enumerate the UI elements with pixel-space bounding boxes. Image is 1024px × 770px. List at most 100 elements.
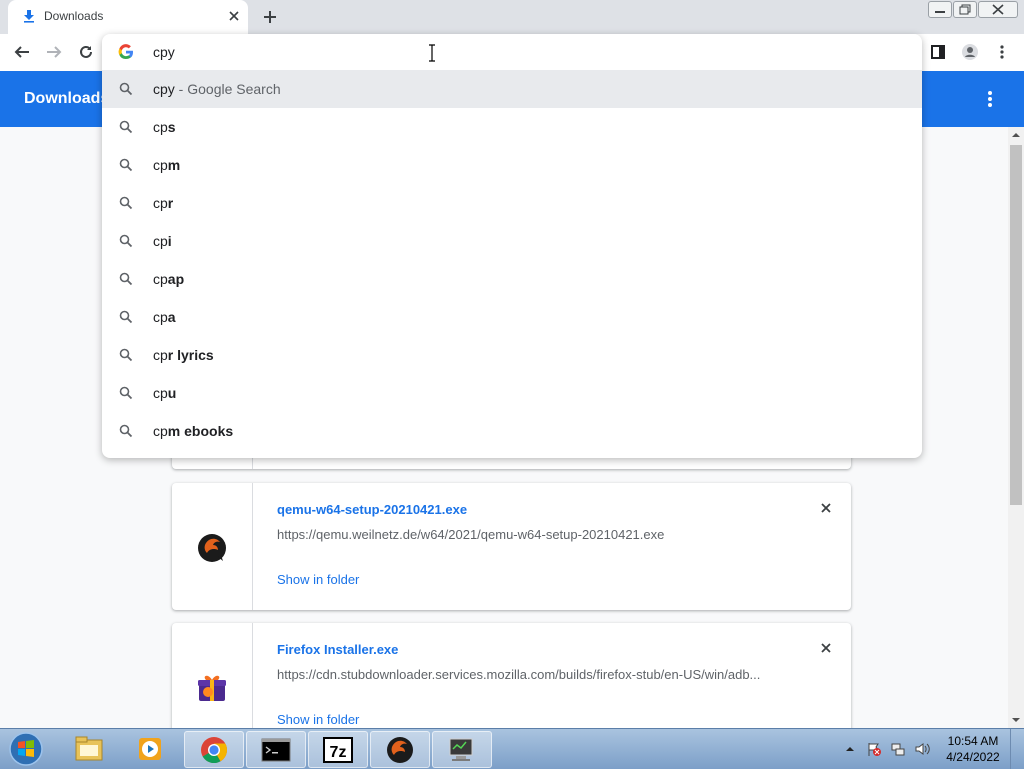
scroll-thumb[interactable] [1010, 145, 1022, 505]
omnibox-input-row [102, 34, 922, 70]
back-button[interactable] [8, 38, 36, 66]
suggestion-typed: cp [153, 385, 168, 401]
tab-title: Downloads [44, 9, 104, 23]
suggestion-typed: cp [153, 423, 168, 439]
windows-logo-icon [9, 732, 43, 766]
clock-date[interactable]: 4/24/2022 [946, 750, 1000, 764]
search-icon [119, 386, 133, 400]
suggestion-item[interactable]: cpr [102, 184, 922, 222]
suggestion-completion: m [167, 157, 181, 173]
suggestion-suffix: - Google Search [174, 81, 281, 97]
taskbar-7zip[interactable]: 7z [308, 731, 368, 768]
suggestion-text: cpi [153, 233, 172, 249]
volume-icon[interactable] [914, 741, 930, 757]
suggestion-item[interactable]: cpa [102, 298, 922, 336]
show-in-folder-link[interactable]: Show in folder [277, 712, 359, 727]
window-restore-button[interactable] [953, 1, 977, 18]
qemu-icon [198, 534, 226, 562]
suggestion-text: cpr [153, 195, 173, 211]
search-icon [119, 120, 133, 134]
page-title: Downloads [24, 90, 110, 107]
suggestion-item[interactable]: cpr lyrics [102, 336, 922, 374]
suggestion-typed: cp [153, 195, 168, 211]
7zip-label: 7z [330, 744, 347, 761]
forward-button[interactable] [40, 38, 68, 66]
tab-close-icon[interactable] [226, 8, 242, 24]
omnibox-input[interactable] [153, 42, 853, 62]
taskbar-explorer[interactable] [60, 731, 118, 766]
taskbar-chrome[interactable] [184, 731, 244, 768]
download-file-name[interactable]: qemu-w64-setup-20210421.exe [277, 502, 467, 517]
show-desktop-button[interactable] [1010, 729, 1024, 769]
suggestion-typed: cp [153, 233, 168, 249]
suggestion-completion: a [167, 309, 176, 325]
suggestion-typed: cp [153, 119, 168, 135]
show-hidden-icons-icon[interactable] [844, 743, 856, 755]
search-icon [119, 82, 133, 96]
start-button[interactable] [6, 731, 46, 767]
suggestion-item[interactable]: cpm [102, 146, 922, 184]
suggestion-completion: s [167, 119, 176, 135]
7zip-icon: 7z [323, 737, 353, 763]
back-arrow-icon [14, 46, 29, 58]
downloads-menu-button[interactable] [980, 89, 1000, 109]
scroll-down-arrow-icon[interactable] [1008, 712, 1024, 728]
download-url[interactable]: https://cdn.stubdownloader.services.mozi… [277, 667, 760, 682]
suggestion-completion: i [167, 233, 172, 249]
more-vert-icon [988, 91, 992, 107]
download-url[interactable]: https://qemu.weilnetz.de/w64/2021/qemu-w… [277, 527, 664, 542]
suggestion-item[interactable]: cpu [102, 374, 922, 412]
taskbar-network-monitor[interactable] [432, 731, 492, 768]
suggestion-item[interactable]: cpi [102, 222, 922, 260]
chrome-menu-button[interactable] [988, 38, 1016, 66]
suggestion-completion: m ebooks [167, 423, 234, 439]
search-icon [119, 348, 133, 362]
remove-download-icon[interactable] [818, 640, 834, 656]
suggestion-item[interactable]: cpm ebooks [102, 412, 922, 450]
google-g-icon [118, 44, 133, 60]
remove-download-icon[interactable] [818, 500, 834, 516]
suggestion-typed: cp [153, 157, 168, 173]
suggestion-text: cpm [153, 157, 180, 173]
avatar-icon [962, 44, 978, 60]
side-panel-button[interactable] [924, 38, 952, 66]
reload-button[interactable] [72, 38, 100, 66]
suggestion-completion: r [167, 195, 174, 211]
suggestion-text: cpm ebooks [153, 423, 233, 439]
forward-arrow-icon [47, 46, 62, 58]
suggestion-item[interactable]: cpy - Google Search [102, 70, 922, 108]
taskbar-qemu[interactable] [370, 731, 430, 768]
tab-downloads[interactable]: Downloads [8, 0, 248, 34]
suggestion-text: cpap [153, 271, 184, 287]
media-player-icon [139, 738, 161, 760]
side-panel-icon [931, 45, 945, 59]
network-icon[interactable] [890, 741, 906, 757]
suggestion-item[interactable]: cps [102, 108, 922, 146]
suggestion-item[interactable]: cpap [102, 260, 922, 298]
taskbar-media-player[interactable] [122, 731, 180, 766]
suggestion-typed: cp [153, 347, 168, 363]
new-tab-button[interactable] [260, 6, 280, 28]
omnibox-dropdown: cpy - Google Searchcpscpmcprcpicpapcpacp… [102, 34, 922, 458]
suggestion-text: cpr lyrics [153, 347, 214, 363]
window-close-button[interactable] [978, 1, 1018, 18]
chrome-icon [201, 737, 228, 764]
network-monitor-icon [449, 738, 473, 761]
clock-time[interactable]: 10:54 AM [946, 734, 1000, 748]
download-file-name[interactable]: Firefox Installer.exe [277, 642, 398, 657]
window-minimize-button[interactable] [928, 1, 952, 18]
scroll-up-arrow-icon[interactable] [1008, 127, 1024, 143]
search-icon [119, 196, 133, 210]
taskbar-cmd[interactable] [246, 731, 306, 768]
show-in-folder-link[interactable]: Show in folder [277, 572, 359, 587]
suggestion-text: cpu [153, 385, 176, 401]
download-icon [24, 10, 34, 23]
profile-button[interactable] [956, 38, 984, 66]
search-icon [119, 310, 133, 324]
plus-icon [264, 11, 276, 23]
suggestion-text: cps [153, 119, 176, 135]
close-icon [992, 4, 1004, 15]
action-center-flag-icon[interactable] [866, 741, 882, 757]
explorer-icon [75, 736, 103, 761]
suggestion-completion: r lyrics [167, 347, 214, 363]
